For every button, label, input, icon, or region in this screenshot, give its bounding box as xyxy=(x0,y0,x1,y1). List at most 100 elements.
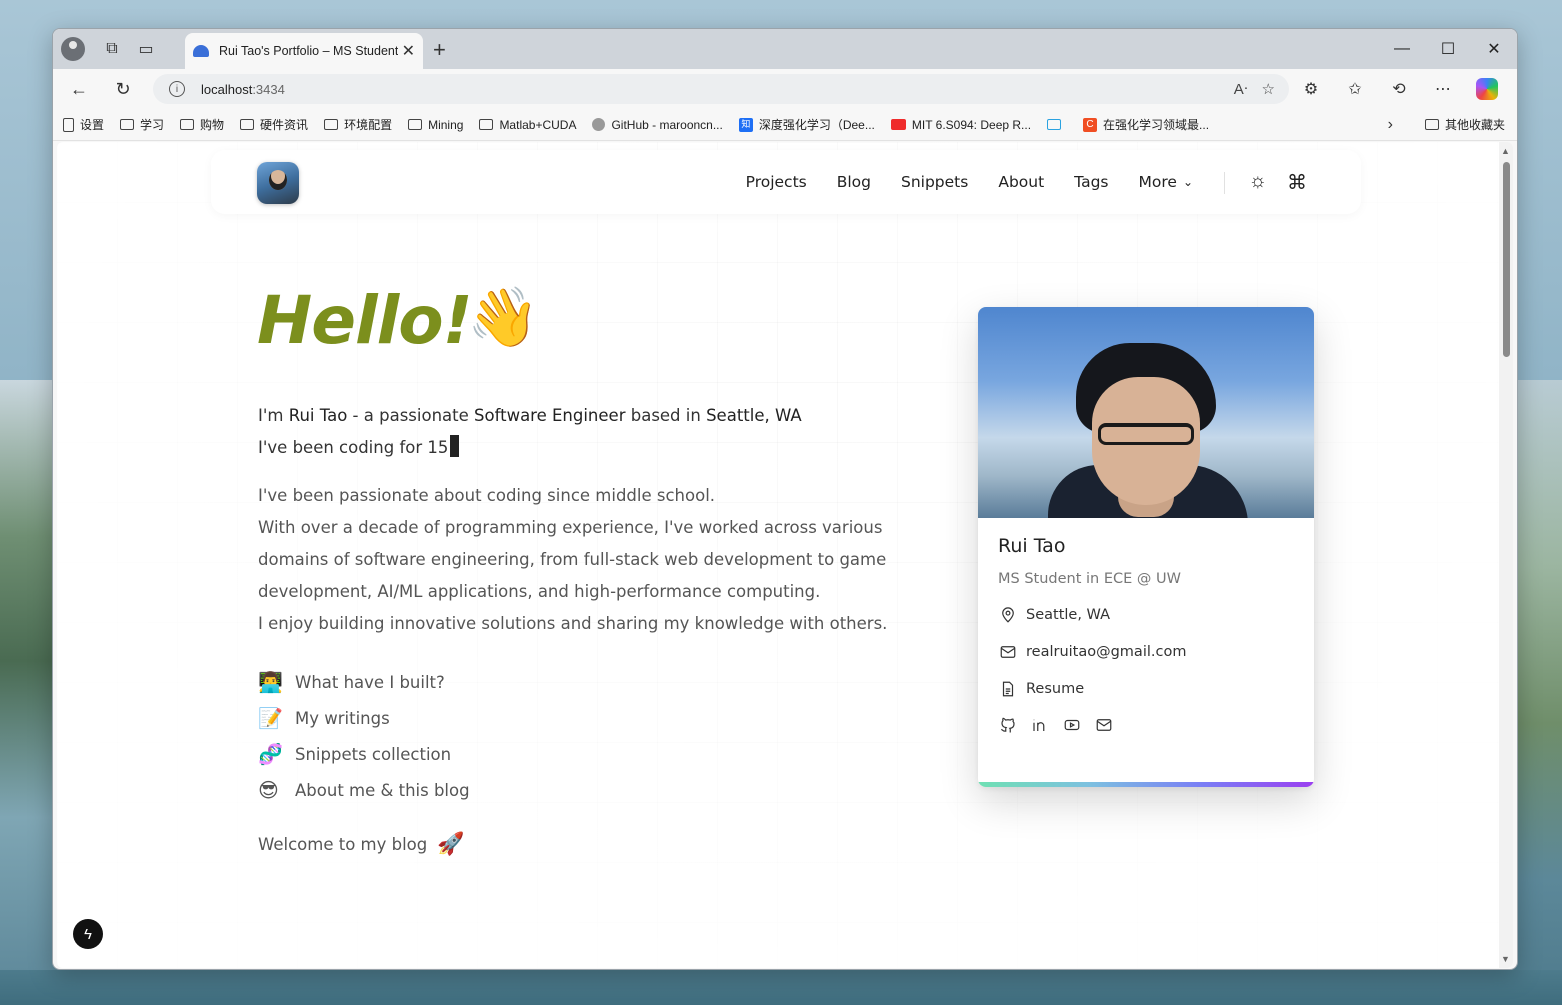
site-logo-avatar[interactable] xyxy=(257,162,299,204)
bookmark-item[interactable]: MIT 6.S094: Deep R... xyxy=(890,117,1032,132)
card-resume[interactable]: Resume xyxy=(998,680,1294,698)
typewriter-cursor xyxy=(450,435,460,457)
bookmark-item[interactable]: C 在强化学习领域最... xyxy=(1083,116,1209,133)
folder-icon xyxy=(408,119,423,130)
profile-photo xyxy=(978,307,1314,518)
favorites-icon[interactable]: ✩ xyxy=(1333,73,1377,105)
extensions-icon[interactable]: ⚙ xyxy=(1289,73,1333,105)
file-icon xyxy=(63,117,74,132)
link-snippets[interactable]: 🧬 Snippets collection xyxy=(258,736,470,772)
bookmark-item[interactable]: Matlab+CUDA xyxy=(479,118,576,132)
github-icon[interactable] xyxy=(998,716,1018,734)
bookmark-item[interactable]: 学习 xyxy=(120,116,164,133)
page-scrollbar[interactable]: ▲ ▼ xyxy=(1499,142,1513,968)
mail-icon[interactable] xyxy=(1094,716,1114,734)
nav-more[interactable]: More ⌄ xyxy=(1139,173,1194,191)
bookmark-item[interactable]: 环境配置 xyxy=(324,116,392,133)
url-port: :3434 xyxy=(252,81,285,97)
folder-icon xyxy=(240,119,255,130)
main-nav: Projects Blog Snippets About Tags More ⌄ xyxy=(746,150,1193,214)
card-role: MS Student in ECE @ UW xyxy=(998,571,1181,587)
nav-projects[interactable]: Projects xyxy=(746,173,807,191)
document-icon xyxy=(998,680,1018,698)
welcome-text: Welcome to my blog 🚀 xyxy=(258,832,465,857)
nav-tags[interactable]: Tags xyxy=(1074,173,1108,191)
technologist-icon: 👨‍💻 xyxy=(258,670,283,694)
zhihu-icon: 知 xyxy=(738,117,753,132)
read-aloud-icon[interactable]: Aᐧ xyxy=(1234,80,1248,98)
vertical-tabs-icon[interactable]: ▭ xyxy=(129,32,163,66)
back-icon[interactable]: ← xyxy=(61,73,97,105)
close-tab-icon[interactable]: ✕ xyxy=(402,41,415,61)
title-bar: ⧉ ▭ Rui Tao's Portfolio – MS Student i ✕… xyxy=(53,29,1517,69)
bookmark-item[interactable] xyxy=(1047,119,1067,130)
bookmarks-bar: 设置 学习 购物 硬件资讯 环境配置 Mining Matlab+CUDA GitHub - … xyxy=(53,109,1517,141)
scroll-up-icon[interactable]: ▲ xyxy=(1501,146,1510,156)
desktop-wallpaper-left xyxy=(0,380,60,1005)
bookmark-item[interactable]: GitHub - marooncn... xyxy=(592,117,723,132)
desktop-wallpaper-bottom xyxy=(0,970,1562,1005)
bio-text: I've been passionate about coding since … xyxy=(258,480,898,640)
bookmark-item[interactable]: 硬件资讯 xyxy=(240,116,308,133)
folder-icon xyxy=(1424,119,1439,130)
workspaces-icon[interactable]: ⧉ xyxy=(95,32,129,66)
link-label: My writings xyxy=(295,708,390,728)
site-info-icon[interactable]: i xyxy=(169,81,185,97)
browser-toolbar: ← ↻ i localhost:3434 Aᐧ ☆ ⚙ ✩ ⟲ ⋯ xyxy=(53,69,1517,109)
bilibili-icon xyxy=(1047,119,1062,130)
social-links xyxy=(998,716,1294,734)
nav-snippets[interactable]: Snippets xyxy=(901,173,968,191)
hero-greeting: Hello! xyxy=(257,282,473,359)
tab-active[interactable]: Rui Tao's Portfolio – MS Student i ✕ xyxy=(185,33,423,69)
bookmarks-overflow-chevron-icon[interactable]: › xyxy=(1388,116,1393,134)
command-palette-icon[interactable]: ⌘ xyxy=(1287,170,1307,195)
link-projects[interactable]: 👨‍💻 What have I built? xyxy=(258,664,470,700)
linkedin-icon[interactable] xyxy=(1030,716,1050,734)
new-tab-button[interactable]: + xyxy=(433,37,446,63)
page-viewport: Projects Blog Snippets About Tags More ⌄ … xyxy=(57,142,1513,968)
bookmark-item[interactable]: 知深度强化学习（Dee... xyxy=(738,116,875,133)
hero-intro: I'm Rui Tao - a passionate Software Engi… xyxy=(258,400,802,464)
bookmark-label: MIT 6.S094: Deep R... xyxy=(911,117,1032,132)
bookmark-item[interactable]: 购物 xyxy=(180,116,224,133)
copilot-icon[interactable] xyxy=(1465,73,1509,105)
typewriter-text: I've been coding for 15 xyxy=(258,438,449,457)
dev-tools-bolt-icon[interactable]: ϟ xyxy=(73,919,103,949)
minimize-button[interactable]: — xyxy=(1379,29,1425,69)
link-about[interactable]: 😎 About me & this blog xyxy=(258,772,470,808)
card-location: Seattle, WA xyxy=(998,606,1294,624)
folder-icon xyxy=(324,119,339,130)
maximize-button[interactable]: ☐ xyxy=(1425,29,1471,69)
link-label: What have I built? xyxy=(295,672,445,692)
dna-icon: 🧬 xyxy=(258,742,283,766)
quick-links: 👨‍💻 What have I built? 📝 My writings 🧬 Snip… xyxy=(258,664,470,808)
favorite-star-icon[interactable]: ☆ xyxy=(1262,80,1275,98)
link-label: Snippets collection xyxy=(295,744,452,764)
scroll-down-icon[interactable]: ▼ xyxy=(1501,954,1510,964)
close-window-button[interactable]: ✕ xyxy=(1471,29,1517,69)
other-bookmarks-folder[interactable]: 其他收藏夹 xyxy=(1424,116,1505,133)
refresh-icon[interactable]: ↻ xyxy=(105,73,141,105)
history-icon[interactable]: ⟲ xyxy=(1377,73,1421,105)
url-host: localhost xyxy=(201,81,253,97)
bookmark-label: GitHub - marooncn... xyxy=(611,117,723,132)
bookmark-item[interactable]: Mining xyxy=(408,118,463,132)
scrollbar-thumb[interactable] xyxy=(1503,162,1510,357)
bookmark-item[interactable]: 设置 xyxy=(63,116,104,133)
address-bar[interactable]: i localhost:3434 Aᐧ ☆ xyxy=(153,74,1289,104)
card-email-text: realruitao@gmail.com xyxy=(1026,644,1187,660)
nav-blog[interactable]: Blog xyxy=(837,173,871,191)
bio-line: I enjoy building innovative solutions an… xyxy=(258,614,888,633)
card-email[interactable]: realruitao@gmail.com xyxy=(998,643,1294,661)
nav-about[interactable]: About xyxy=(998,173,1044,191)
link-writings[interactable]: 📝 My writings xyxy=(258,700,470,736)
bookmark-label: 学习 xyxy=(140,118,165,132)
profile-icon[interactable] xyxy=(61,37,85,61)
more-menu-icon[interactable]: ⋯ xyxy=(1421,73,1465,105)
folder-icon xyxy=(479,119,494,130)
intro-mid2: based in xyxy=(625,406,707,425)
youtube-icon[interactable] xyxy=(1062,716,1082,734)
intro-role: Software Engineer xyxy=(474,406,626,425)
chevron-down-icon: ⌄ xyxy=(1182,175,1193,189)
theme-toggle-sun-icon[interactable]: ☼ xyxy=(1249,170,1267,193)
